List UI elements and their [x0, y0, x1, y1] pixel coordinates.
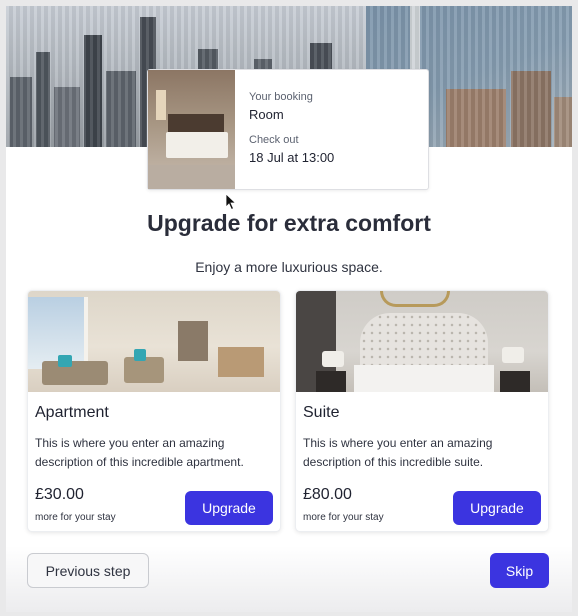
option-name: Suite	[303, 404, 340, 421]
option-name: Apartment	[35, 404, 109, 421]
booking-label: Your booking	[249, 91, 313, 103]
checkout-label: Check out	[249, 134, 299, 146]
upgrade-page: Your booking Room Check out 18 Jul at 13…	[6, 6, 572, 612]
upgrade-suite-button[interactable]: Upgrade	[453, 491, 541, 525]
option-price: £80.00	[303, 486, 352, 503]
booking-room-type: Room	[249, 107, 284, 122]
apartment-option-card[interactable]: Apartment This is where you enter an ama…	[27, 290, 281, 532]
option-description: This is where you enter an amazing descr…	[35, 436, 244, 469]
booking-summary-card: Your booking Room Check out 18 Jul at 13…	[147, 69, 429, 190]
checkout-value: 18 Jul at 13:00	[249, 150, 335, 165]
page-subtitle: Enjoy a more luxurious space.	[195, 259, 383, 275]
suite-option-card[interactable]: Suite This is where you enter an amazing…	[295, 290, 549, 532]
upgrade-apartment-button[interactable]: Upgrade	[185, 491, 273, 525]
page-title: Upgrade for extra comfort	[147, 210, 431, 236]
apartment-photo	[28, 291, 280, 392]
option-price: £30.00	[35, 486, 84, 503]
option-price-note: more for your stay	[303, 512, 384, 523]
option-description: This is where you enter an amazing descr…	[303, 436, 493, 469]
option-price-note: more for your stay	[35, 512, 116, 523]
room-thumbnail	[148, 70, 235, 189]
mouse-cursor-icon	[225, 193, 237, 211]
previous-step-button[interactable]: Previous step	[27, 553, 149, 588]
skip-button[interactable]: Skip	[490, 553, 549, 588]
suite-photo	[296, 291, 548, 392]
